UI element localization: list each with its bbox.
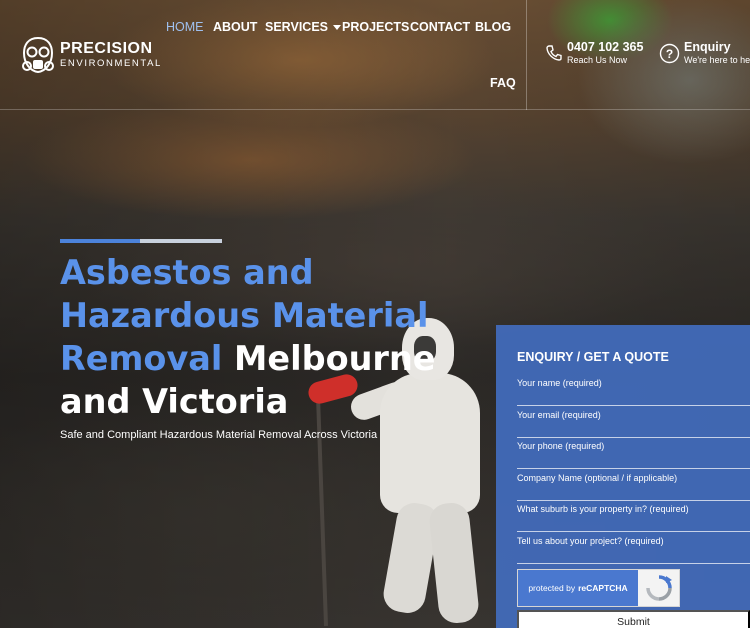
recaptcha-brand: reCAPTCHA — [578, 583, 628, 593]
phone-icon — [546, 45, 562, 61]
nav-projects[interactable]: PROJECTS — [342, 20, 409, 34]
brand-name: PRECISION — [60, 40, 153, 57]
site-header: PRECISION ENVIRONMENTAL HOME ABOUT SERVI… — [0, 0, 750, 110]
enquiry-subtext: We're here to help — [684, 55, 750, 65]
header-divider — [526, 0, 527, 110]
name-field-label: Your name (required) — [517, 378, 602, 388]
hero-title: Asbestos and Hazardous Material Removal … — [60, 251, 490, 423]
enquiry-contact[interactable]: ? Enquiry We're here to help — [659, 40, 750, 66]
recaptcha-icon — [646, 575, 672, 601]
phone-subtext: Reach Us Now — [567, 55, 628, 65]
quote-form: ENQUIRY / GET A QUOTE Your name (require… — [496, 325, 750, 628]
form-title: ENQUIRY / GET A QUOTE — [517, 350, 669, 364]
nav-services-label: SERVICES — [265, 20, 328, 34]
recaptcha-label: protected by reCAPTCHA — [518, 570, 638, 606]
caret-down-icon — [333, 25, 341, 31]
recaptcha-protected-text: protected by — [528, 583, 576, 593]
suburb-field-label: What suburb is your property in? (requir… — [517, 504, 689, 514]
email-field[interactable]: Your email (required) — [517, 410, 750, 438]
name-field[interactable]: Your name (required) — [517, 378, 750, 406]
nav-faq[interactable]: FAQ — [490, 76, 516, 90]
nav-services[interactable]: SERVICES — [265, 20, 341, 34]
nav-blog[interactable]: BLOG — [475, 20, 511, 34]
phone-number: 0407 102 365 — [567, 40, 644, 54]
project-field[interactable]: Tell us about your project? (required) — [517, 536, 750, 564]
svg-text:?: ? — [666, 47, 673, 61]
submit-button[interactable]: Submit — [517, 610, 750, 628]
project-field-label: Tell us about your project? (required) — [517, 536, 664, 546]
suburb-field[interactable]: What suburb is your property in? (requir… — [517, 504, 750, 532]
question-icon: ? — [659, 43, 680, 63]
phone-contact[interactable]: 0407 102 365 Reach Us Now — [545, 40, 643, 66]
phone-field[interactable]: Your phone (required) — [517, 441, 750, 469]
nav-home[interactable]: HOME — [166, 20, 204, 34]
phone-field-label: Your phone (required) — [517, 441, 605, 451]
enquiry-title: Enquiry — [684, 40, 731, 54]
company-field[interactable]: Company Name (optional / if applicable) — [517, 473, 750, 501]
nav-contact[interactable]: CONTACT — [410, 20, 470, 34]
brand-logo[interactable]: PRECISION ENVIRONMENTAL — [20, 36, 162, 74]
company-field-label: Company Name (optional / if applicable) — [517, 473, 678, 483]
recaptcha-widget[interactable]: protected by reCAPTCHA — [517, 569, 680, 607]
gas-mask-icon — [22, 36, 54, 74]
brand-subtitle: ENVIRONMENTAL — [60, 58, 162, 69]
email-field-label: Your email (required) — [517, 410, 601, 420]
nav-about[interactable]: ABOUT — [213, 20, 257, 34]
hero-accent-line — [60, 239, 222, 243]
hero-subtitle: Safe and Compliant Hazardous Material Re… — [60, 429, 378, 441]
